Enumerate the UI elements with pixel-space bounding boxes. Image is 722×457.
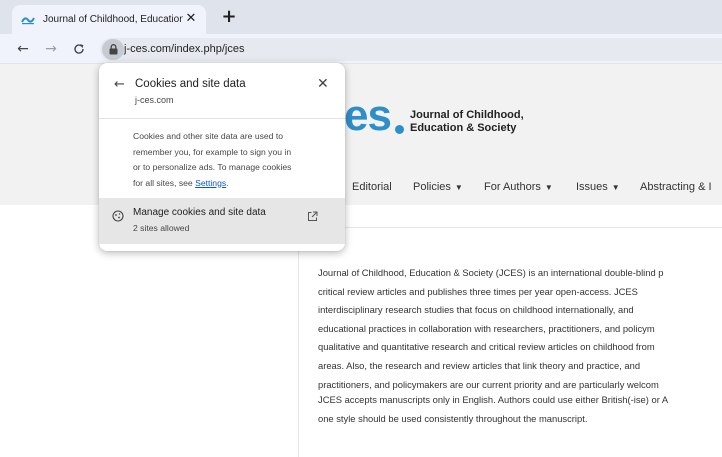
- browser-toolbar: ← → j-ces.com/index.php/jces: [0, 34, 722, 64]
- site-info-lock-icon[interactable]: [102, 39, 124, 60]
- settings-link[interactable]: Settings: [195, 178, 226, 188]
- nav-item-label: Editorial: [352, 181, 392, 193]
- description-line-last: for all sites, see Settings.: [133, 176, 323, 192]
- reload-icon[interactable]: [70, 40, 88, 58]
- external-link-icon: [307, 207, 318, 221]
- paragraph-line: one style should be used consistently th…: [318, 412, 588, 424]
- back-arrow-icon[interactable]: ←: [14, 40, 32, 58]
- nav-item-label: Issues: [576, 181, 608, 193]
- description-line: Cookies and other site data are used to: [133, 131, 284, 141]
- site-logo-text[interactable]: Journal of Childhood, Education & Societ…: [410, 109, 524, 135]
- address-bar[interactable]: j-ces.com/index.php/jces: [100, 38, 722, 61]
- paragraph-line: areas. Also, the research and review art…: [318, 359, 641, 371]
- caret-down-icon: ▼: [611, 183, 620, 192]
- close-icon[interactable]: ✕: [317, 76, 329, 92]
- nav-item-label: Abstracting & I: [640, 181, 712, 193]
- description-period: .: [226, 177, 229, 188]
- nav-item-policies[interactable]: Policies ▼: [413, 181, 463, 193]
- forward-arrow-icon[interactable]: →: [42, 40, 60, 58]
- description-text: for all sites, see: [133, 177, 196, 188]
- divider: [99, 118, 345, 119]
- nav-item-for-authors[interactable]: For Authors ▼: [484, 181, 553, 193]
- paragraph-line: JCES accepts manuscripts only in English…: [318, 394, 669, 405]
- popup-description: Cookies and other site data are used to …: [133, 129, 323, 191]
- about-paragraph: Journal of Childhood, Education & Societ…: [318, 264, 664, 394]
- caret-down-icon: ▼: [454, 183, 463, 192]
- paragraph-line: qualitative and quantitative research an…: [318, 341, 655, 353]
- logo-dot: [395, 125, 404, 134]
- site-logo-mark[interactable]: es: [344, 94, 392, 138]
- caret-down-icon: ▼: [544, 183, 553, 192]
- logo-line-1: Journal of Childhood,: [410, 109, 524, 121]
- close-tab-icon[interactable]: ✕: [184, 12, 198, 26]
- paragraph-line: interdisciplinary research studies that …: [318, 304, 634, 316]
- tab-title: Journal of Childhood, Education: [43, 14, 183, 25]
- tab-strip: Journal of Childhood, Education ✕ +: [0, 0, 722, 34]
- nav-item-abstracting[interactable]: Abstracting & I: [640, 181, 712, 193]
- new-tab-button[interactable]: +: [218, 8, 240, 28]
- nav-item-label: For Authors: [484, 181, 541, 193]
- description-line: remember you, for example to sign you in: [133, 146, 292, 157]
- browser-tab[interactable]: Journal of Childhood, Education ✕: [12, 5, 206, 34]
- popup-title: Cookies and site data: [135, 78, 246, 90]
- popup-site: j-ces.com: [135, 95, 174, 105]
- sites-allowed-count: 2 sites allowed: [133, 223, 190, 233]
- manage-cookies-label: Manage cookies and site data: [133, 207, 266, 218]
- paragraph-line: critical review articles and publishes t…: [318, 285, 638, 297]
- paragraph-line: educational practices in collaboration w…: [318, 322, 655, 334]
- manage-cookies-button[interactable]: Manage cookies and site data 2 sites all…: [99, 198, 345, 244]
- nav-item-editorial[interactable]: Editorial: [352, 181, 392, 193]
- paragraph-line: Journal of Childhood, Education & Societ…: [318, 267, 664, 278]
- description-line: or to personalize ads. To manage cookies: [133, 162, 292, 172]
- language-paragraph: JCES accepts manuscripts only in English…: [318, 391, 668, 428]
- nav-item-issues[interactable]: Issues ▼: [576, 181, 620, 193]
- cookie-icon: [112, 207, 124, 222]
- back-arrow-icon[interactable]: ←: [114, 77, 125, 92]
- cookies-site-data-popup: ← Cookies and site data j-ces.com ✕ Cook…: [99, 63, 345, 251]
- url-text: j-ces.com/index.php/jces: [124, 43, 245, 55]
- nav-item-label: Policies: [413, 181, 451, 193]
- logo-line-2: Education & Society: [410, 122, 517, 134]
- journal-favicon-icon: [20, 13, 36, 27]
